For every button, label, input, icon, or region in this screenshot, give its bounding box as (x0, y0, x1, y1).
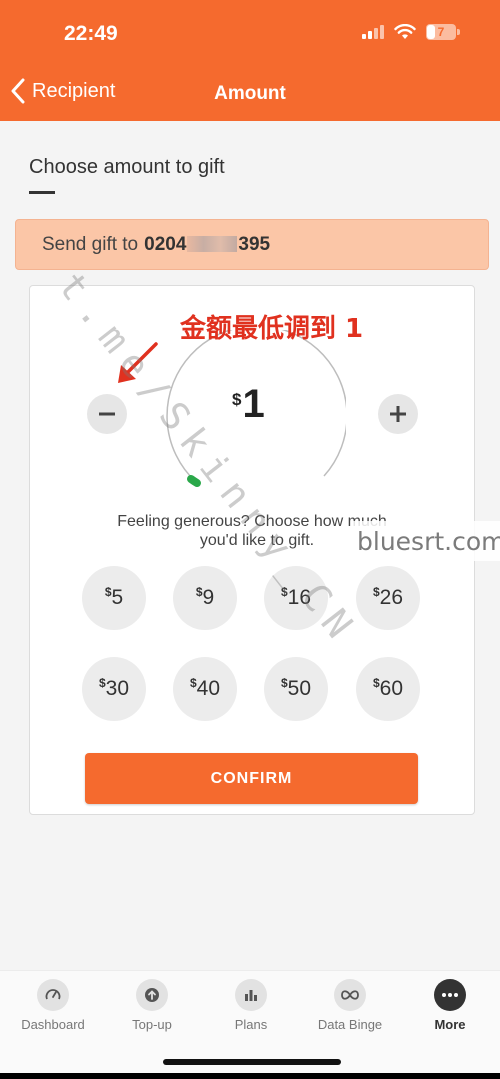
page-title: Amount (214, 83, 286, 104)
signal-icon (362, 25, 384, 39)
preset-40-button[interactable]: $40 (173, 657, 237, 721)
minus-icon (99, 412, 115, 416)
more-dots-icon (434, 979, 466, 1011)
preset-50-button[interactable]: $50 (264, 657, 328, 721)
tab-plans[interactable]: Plans (201, 979, 301, 1032)
status-time: 22:49 (64, 22, 118, 45)
upload-icon (136, 979, 168, 1011)
section-title: Choose amount to gift (29, 156, 225, 178)
status-icons: 7 (362, 24, 460, 40)
watermark-corner: bluesrt.com (352, 521, 500, 561)
recipient-number-start: 0204 (144, 233, 187, 255)
plus-icon (390, 406, 406, 422)
tab-topup-label: Top-up (132, 1017, 172, 1032)
preset-30-button[interactable]: $30 (82, 657, 146, 721)
wifi-icon (394, 24, 416, 39)
tab-dashboard[interactable]: Dashboard (3, 979, 103, 1032)
battery-icon: 7 (426, 24, 460, 40)
title-underline (29, 191, 55, 194)
preset-5-button[interactable]: $5 (82, 566, 146, 630)
decrease-button[interactable] (87, 394, 127, 434)
tab-plans-label: Plans (234, 1017, 268, 1032)
tab-topup[interactable]: Top-up (102, 979, 202, 1032)
bar-chart-icon (235, 979, 267, 1011)
amount-value: 1 (242, 382, 265, 426)
battery-level: 7 (437, 25, 445, 39)
bottom-tab-bar: Dashboard Top-up Plans Data Binge More (0, 970, 500, 1073)
recipient-number-end: 395 (238, 233, 271, 255)
preset-26-button[interactable]: $26 (356, 566, 420, 630)
confirm-button[interactable]: CONFIRM (85, 753, 418, 804)
number-redaction (187, 236, 238, 253)
increase-button[interactable] (378, 394, 418, 434)
recipient-number: 0204 395 (144, 234, 270, 256)
tab-more[interactable]: More (400, 979, 500, 1032)
infinity-icon (334, 979, 366, 1011)
tab-more-label: More (434, 1017, 466, 1032)
preset-9-button[interactable]: $9 (173, 566, 237, 630)
bottom-edge (0, 1073, 500, 1079)
home-indicator (163, 1059, 341, 1065)
tab-data-binge-label: Data Binge (317, 1017, 383, 1032)
tab-dashboard-label: Dashboard (21, 1017, 85, 1032)
send-gift-banner: Send gift to 0204 395 (15, 219, 489, 270)
header-bar: 22:49 7 Recipient Amount (0, 0, 500, 121)
amount-currency: $ (232, 390, 242, 409)
gauge-icon (37, 979, 69, 1011)
preset-60-button[interactable]: $60 (356, 657, 420, 721)
send-gift-prefix: Send gift to (42, 233, 139, 255)
annotation-text: 金额最低调到 1 (180, 314, 364, 344)
selected-amount: $ 1 (232, 384, 265, 424)
tab-data-binge[interactable]: Data Binge (300, 979, 400, 1032)
